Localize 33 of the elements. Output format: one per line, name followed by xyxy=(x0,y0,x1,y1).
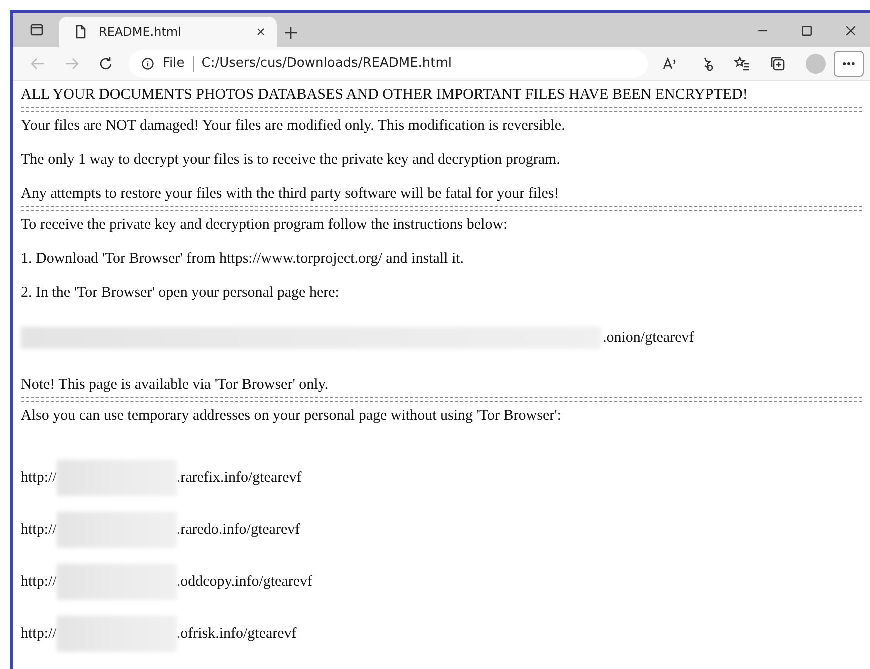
address-prefix: http:// xyxy=(21,521,57,540)
address-prefix: http:// xyxy=(21,469,57,488)
close-icon[interactable] xyxy=(844,24,858,38)
info-icon[interactable] xyxy=(141,56,155,70)
sidebar-icon[interactable] xyxy=(29,22,45,38)
address-suffix: .rarefix.info/gtearevf xyxy=(176,469,302,488)
address-prefix: http:// xyxy=(21,573,57,592)
onion-address-text: .onion/gtearevf xyxy=(603,329,694,348)
note-text: 2. In the 'Tor Browser' open your personal page here: xyxy=(21,284,340,303)
maximize-icon[interactable] xyxy=(800,24,814,38)
favorites-icon[interactable] xyxy=(734,56,750,72)
url-text: C:/Users/cus/Downloads/README.html xyxy=(202,56,452,71)
close-icon[interactable] xyxy=(255,26,267,38)
file-label: File xyxy=(163,56,185,71)
address-suffix: .raredo.info/gtearevf xyxy=(176,521,300,540)
note-text: Also you can use temporary addresses on your personal page without using 'Tor Browser': xyxy=(21,407,562,426)
note-text: Any attempts to restore your files with the third party software will be fatal for your files! xyxy=(21,185,560,204)
browser-tab[interactable]: README.html xyxy=(59,17,277,47)
read-aloud-icon[interactable] xyxy=(662,56,678,72)
note-text: Your files are NOT damaged! Your files are modified only. This modification is reversible. xyxy=(21,117,566,136)
collections-icon[interactable] xyxy=(770,56,786,72)
note-text: ALL YOUR DOCUMENTS PHOTOS DATABASES AND OTHER IMPORTANT FILES HAVE BEEN ENCRYPTED! xyxy=(21,86,749,105)
address-suffix: .oddcopy.info/gtearevf xyxy=(176,573,312,592)
address-prefix: http:// xyxy=(21,625,57,644)
more-button[interactable] xyxy=(834,50,864,76)
note-text: To receive the private key and decryption program follow the instructions below: xyxy=(21,216,509,235)
refresh-icon[interactable] xyxy=(98,56,114,72)
note-text: 1. Download 'Tor Browser' from https://www.torproject.org/ and install it. xyxy=(21,250,466,269)
address-suffix: .ofrisk.info/gtearevf xyxy=(176,625,297,644)
plus-icon[interactable] xyxy=(283,25,299,41)
note-text: Note! This page is available via 'Tor Browser' only. xyxy=(21,376,330,395)
note-text: The only 1 way to decrypt your files is to receive the private key and decryption program. xyxy=(21,151,562,170)
address-bar[interactable]: File C:/Users/cus/Downloads/README.html xyxy=(129,50,648,78)
